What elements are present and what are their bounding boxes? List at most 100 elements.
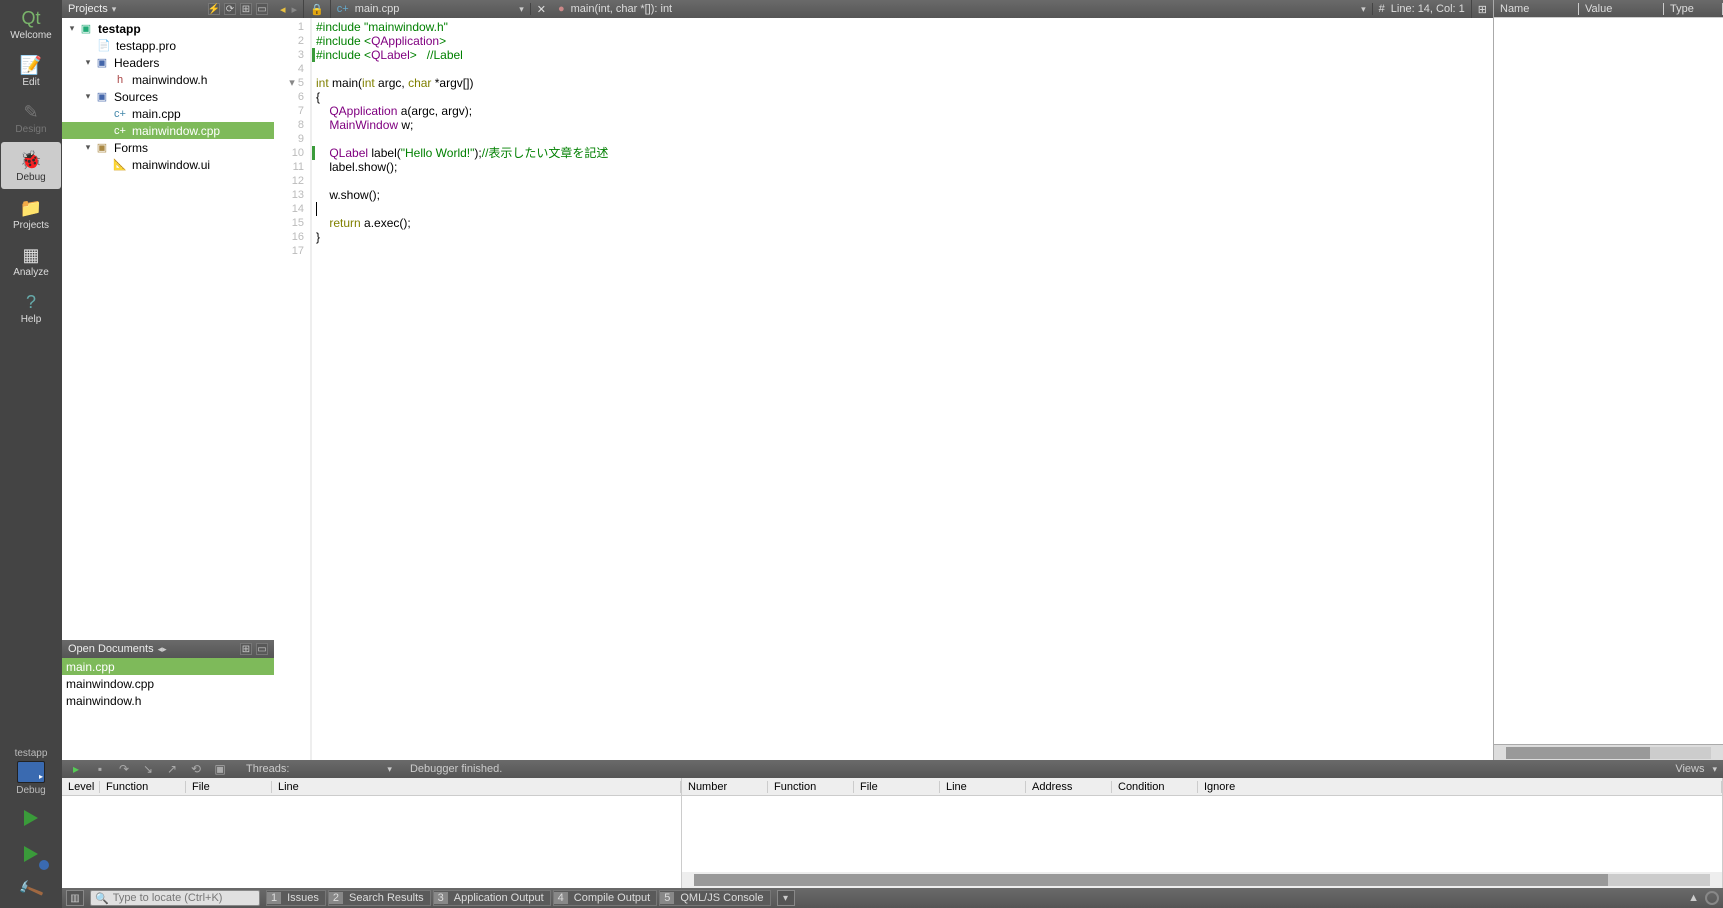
run-button[interactable] [17, 804, 45, 832]
mode-edit[interactable]: 📝 Edit [0, 47, 62, 94]
col-file[interactable]: File [854, 781, 940, 793]
tree-root[interactable]: ▾ ▣ testapp [62, 20, 274, 37]
kit-selector[interactable]: testapp ▸ Debug [0, 744, 62, 800]
add-icon[interactable]: ⊞ [240, 643, 252, 655]
chevron-down-icon[interactable]: ▾ [519, 4, 524, 15]
locals-view[interactable] [1494, 18, 1723, 744]
mode-debug[interactable]: 🐞 Debug [1, 142, 61, 189]
col-value[interactable]: Value [1579, 3, 1664, 15]
output-tab[interactable]: 4Compile Output [553, 890, 658, 906]
project-tree[interactable]: ▾ ▣ testapp 📄 testapp.pro ▾ ▣ Headers h … [62, 18, 274, 640]
collapse-icon[interactable]: ▾ [82, 142, 94, 153]
col-level[interactable]: Level [62, 781, 100, 793]
record-icon[interactable]: ▣ [212, 762, 228, 776]
col-number[interactable]: Number [682, 781, 768, 793]
tree-file[interactable]: h mainwindow.h [62, 71, 274, 88]
folder-icon: 📁 [18, 196, 44, 220]
back-icon[interactable]: ◂ [280, 3, 286, 16]
chevron-down-icon[interactable]: ▾ [387, 764, 392, 775]
col-function[interactable]: Function [768, 781, 854, 793]
col-name[interactable]: Name [1494, 3, 1579, 15]
tree-pro[interactable]: 📄 testapp.pro [62, 37, 274, 54]
close-icon[interactable]: ✕ [537, 3, 546, 16]
code-area[interactable]: #include "mainwindow.h" #include <QAppli… [312, 18, 1493, 760]
close-tab-icon[interactable]: ▾ [777, 890, 795, 906]
step-into-icon[interactable]: ↘ [140, 762, 156, 776]
split-icon[interactable]: ▭ [256, 3, 268, 15]
output-tab[interactable]: 5QML/JS Console [659, 890, 770, 906]
edit-icon: 📝 [18, 53, 44, 77]
col-function[interactable]: Function [100, 781, 186, 793]
editor-symbol[interactable]: main(int, char *[]): int [571, 3, 672, 15]
col-type[interactable]: Type [1664, 3, 1723, 15]
progress-icon[interactable] [1705, 891, 1719, 905]
output-tab[interactable]: 1Issues [266, 890, 326, 906]
step-out-icon[interactable]: ↗ [164, 762, 180, 776]
tree-headers[interactable]: ▾ ▣ Headers [62, 54, 274, 71]
chevron-down-icon[interactable]: ▾ [1361, 4, 1366, 15]
filter-icon[interactable]: ⚡ [208, 3, 220, 15]
toggle-sidebar-icon[interactable]: ▥ [66, 890, 84, 906]
col-condition[interactable]: Condition [1112, 781, 1198, 793]
col-file[interactable]: File [186, 781, 272, 793]
restart-icon[interactable]: ⟲ [188, 762, 204, 776]
mode-welcome[interactable]: Qt Welcome [0, 0, 62, 47]
open-docs-list[interactable]: main.cpp mainwindow.cpp mainwindow.h [62, 658, 274, 760]
tree-file[interactable]: c+ main.cpp [62, 105, 274, 122]
mode-design-label: Design [15, 124, 46, 135]
col-line[interactable]: Line [272, 781, 681, 793]
expand-icon[interactable]: ▲ [1688, 892, 1699, 904]
output-tab-num: 2 [329, 892, 343, 904]
col-line[interactable]: Line [940, 781, 1026, 793]
cpp-file-icon: c+ [337, 3, 349, 15]
ui-file-icon: 📐 [112, 158, 128, 172]
add-icon[interactable]: ⊞ [240, 3, 252, 15]
doc-item[interactable]: mainwindow.cpp [62, 675, 274, 692]
lock-icon[interactable]: 🔒 [310, 3, 324, 16]
locator-input[interactable]: 🔍 Type to locate (Ctrl+K) [90, 890, 260, 906]
projects-panel-title: Projects [68, 3, 108, 15]
tree-file[interactable]: c+ mainwindow.cpp [62, 122, 274, 139]
editor-filename[interactable]: main.cpp [355, 3, 400, 15]
doc-item[interactable]: main.cpp [62, 658, 274, 675]
tree-forms[interactable]: ▾ ▣ Forms [62, 139, 274, 156]
chevron-down-icon[interactable]: ▾ [112, 4, 117, 15]
collapse-icon[interactable]: ▾ [82, 91, 94, 102]
hscrollbar[interactable] [682, 872, 1722, 888]
build-button[interactable]: 🔨 [17, 876, 45, 904]
code-editor[interactable]: 1 2 3 4▾ 5 6 7 8 9 10 11 12 13 14 15 16 … [274, 18, 1493, 760]
doc-item[interactable]: mainwindow.h [62, 692, 274, 709]
chevron-down-icon[interactable]: ◂▸ [158, 644, 167, 655]
breakpoints-view[interactable]: Number Function File Line Address Condit… [682, 778, 1723, 888]
line-gutter[interactable]: 1 2 3 4▾ 5 6 7 8 9 10 11 12 13 14 15 16 … [274, 18, 312, 760]
mode-help[interactable]: ? Help [0, 284, 62, 331]
stop-icon[interactable]: ▪ [92, 762, 108, 776]
mode-projects[interactable]: 📁 Projects [0, 190, 62, 237]
stack-view[interactable]: Level Function File Line [62, 778, 682, 888]
collapse-icon[interactable]: ▾ [66, 23, 78, 34]
forward-icon[interactable]: ▸ [292, 3, 298, 16]
kit-config-label: Debug [0, 785, 62, 796]
col-address[interactable]: Address [1026, 781, 1112, 793]
function-icon: ● [558, 3, 565, 15]
collapse-icon[interactable]: ▾ [82, 57, 94, 68]
split-icon[interactable]: ⊞ [1478, 3, 1487, 16]
close-panel-icon[interactable]: ▭ [256, 643, 268, 655]
line-col-label[interactable]: Line: 14, Col: 1 [1391, 3, 1465, 15]
tree-sources[interactable]: ▾ ▣ Sources [62, 88, 274, 105]
step-over-icon[interactable]: ↷ [116, 762, 132, 776]
continue-icon[interactable]: ▸ [68, 762, 84, 776]
col-ignore[interactable]: Ignore [1198, 781, 1722, 793]
hscrollbar[interactable] [1494, 744, 1723, 760]
views-label[interactable]: Views [1675, 763, 1704, 775]
chevron-down-icon[interactable]: ▾ [1712, 764, 1717, 775]
run-debug-button[interactable] [17, 840, 45, 868]
locals-header: Name Value Type [1494, 0, 1723, 18]
output-tab[interactable]: 2Search Results [328, 890, 431, 906]
mode-design[interactable]: ✎ Design [0, 94, 62, 141]
output-tab[interactable]: 3Application Output [433, 890, 551, 906]
sync-icon[interactable]: ⟳ [224, 3, 236, 15]
mode-analyze[interactable]: ▦ Analyze [0, 237, 62, 284]
tree-file-label: mainwindow.ui [132, 158, 210, 172]
tree-file[interactable]: 📐 mainwindow.ui [62, 156, 274, 173]
